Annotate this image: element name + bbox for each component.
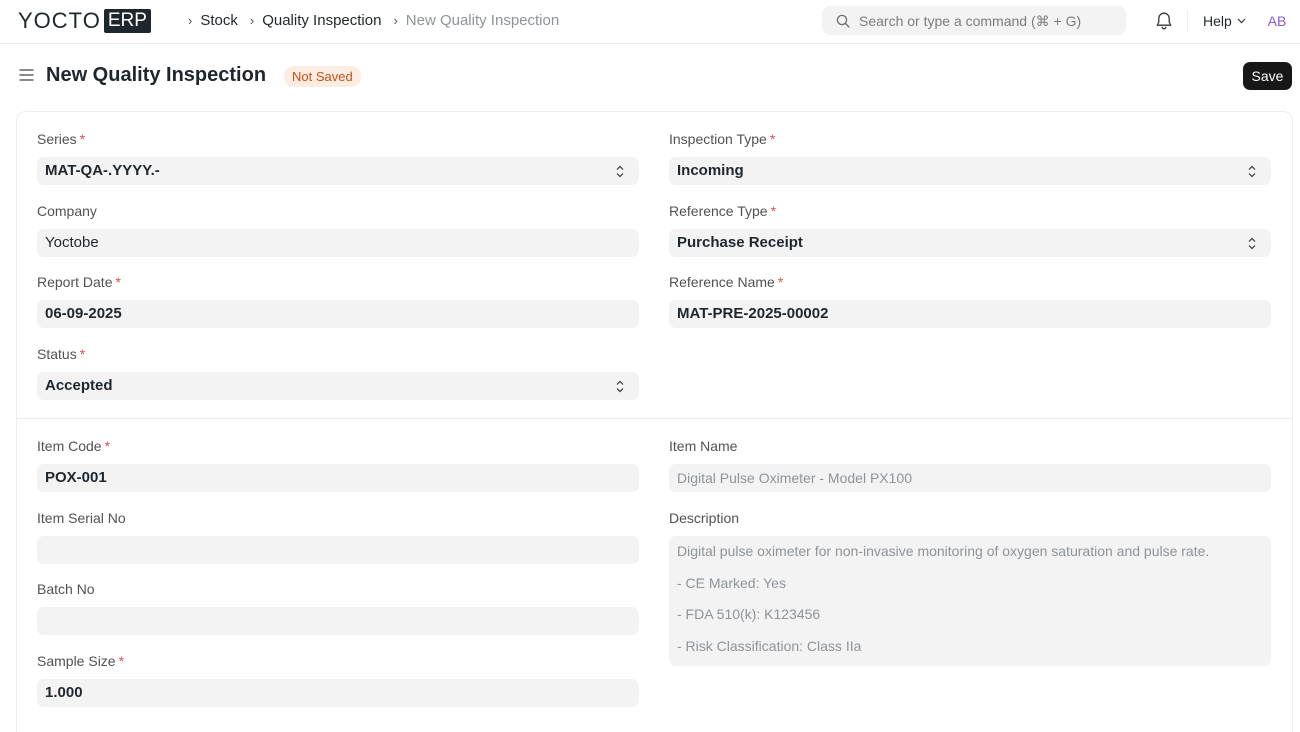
field-series: Series * MAT-QA-.YYYY.- (37, 130, 639, 185)
save-button[interactable]: Save (1243, 62, 1292, 90)
report-date-input[interactable]: 06-09-2025 (37, 300, 639, 328)
field-batch-no: Batch No (37, 580, 639, 635)
batch-no-input[interactable] (37, 607, 639, 635)
search-bar[interactable] (822, 6, 1126, 35)
status-value: Accepted (45, 377, 113, 394)
company-input[interactable]: Yoctobe (37, 229, 639, 257)
required-marker: * (769, 131, 776, 147)
item-serial-no-label: Item Serial No (37, 510, 126, 526)
chevron-right-icon: › (249, 13, 255, 28)
breadcrumb-quality-inspection[interactable]: Quality Inspection (262, 12, 381, 29)
navbar-divider (1187, 10, 1188, 32)
field-item-serial-no: Item Serial No (37, 509, 639, 564)
required-marker: * (770, 203, 777, 219)
section-divider (16, 418, 1293, 419)
page-title: New Quality Inspection (46, 64, 267, 86)
field-reference-name: Reference Name * MAT-PRE-2025-00002 (669, 273, 1271, 328)
item-code-label: Item Code (37, 438, 102, 454)
reference-name-label: Reference Name (669, 274, 775, 290)
item-name-value: Digital Pulse Oximeter - Model PX100 (669, 464, 1271, 492)
breadcrumb-current: New Quality Inspection (405, 12, 560, 29)
field-status: Status * Accepted (37, 345, 639, 400)
item-serial-no-input[interactable] (37, 536, 639, 564)
description-line: - CE Marked: Yes (677, 574, 786, 591)
top-navbar: YOCTO ERP › Stock › Quality Inspection ›… (0, 0, 1300, 44)
breadcrumb-stock[interactable]: Stock (200, 12, 238, 29)
report-date-label: Report Date (37, 274, 113, 290)
search-input[interactable] (859, 12, 1119, 29)
select-arrows-icon (616, 165, 624, 178)
series-value: MAT-QA-.YYYY.- (45, 162, 160, 179)
field-company: Company Yoctobe (37, 202, 639, 257)
inspection-type-value: Incoming (677, 162, 744, 179)
chevron-right-icon: › (188, 13, 193, 28)
required-marker: * (115, 274, 121, 290)
description-line: Digital pulse oximeter for non-invasive … (677, 543, 1210, 559)
sample-size-label: Sample Size (37, 653, 116, 669)
field-inspection-type: Inspection Type * Incoming (669, 130, 1271, 185)
required-marker: * (104, 438, 111, 454)
avatar[interactable]: AB (1263, 9, 1291, 33)
status-select[interactable]: Accepted (37, 372, 639, 400)
logo-text: YOCTO (18, 8, 101, 33)
app-logo[interactable]: YOCTO ERP (18, 8, 151, 33)
inspection-type-label: Inspection Type (669, 131, 767, 147)
chevron-down-icon (1237, 18, 1246, 24)
description-text: Digital pulse oximeter for non-invasive … (669, 536, 1271, 666)
select-arrows-icon (1248, 165, 1256, 178)
help-dropdown[interactable]: Help (1203, 13, 1246, 29)
series-label: Series (37, 131, 77, 147)
batch-no-label: Batch No (37, 581, 95, 597)
required-marker: * (79, 131, 86, 147)
field-item-code: Item Code * POX-001 (37, 437, 639, 492)
required-marker: * (79, 346, 86, 362)
select-arrows-icon (616, 380, 624, 393)
reference-type-value: Purchase Receipt (677, 234, 803, 251)
reference-type-label: Reference Type (669, 203, 768, 219)
inspection-type-select[interactable]: Incoming (669, 157, 1271, 185)
notification-bell-icon[interactable] (1155, 11, 1173, 31)
field-reference-type: Reference Type * Purchase Receipt (669, 202, 1271, 257)
field-item-name: Item Name Digital Pulse Oximeter - Model… (669, 437, 1271, 492)
item-code-input[interactable]: POX-001 (37, 464, 639, 492)
select-arrows-icon (1248, 237, 1256, 250)
required-marker: * (777, 274, 784, 290)
help-label: Help (1203, 13, 1232, 29)
description-line: - Risk Classification: Class IIa (677, 637, 862, 654)
company-label: Company (37, 203, 97, 219)
reference-type-select[interactable]: Purchase Receipt (669, 229, 1271, 257)
field-description: Description Digital pulse oximeter for n… (669, 509, 1271, 666)
field-sample-size: Sample Size * 1.000 (37, 652, 639, 707)
status-label: Status (37, 346, 77, 362)
chevron-right-icon: › (393, 13, 398, 28)
description-line: - FDA 510(k): K123456 (677, 606, 821, 622)
status-badge: Not Saved (284, 66, 361, 87)
search-icon (836, 14, 850, 28)
sidebar-toggle-icon[interactable] (19, 68, 34, 82)
item-name-label: Item Name (669, 438, 738, 454)
description-label: Description (669, 510, 740, 526)
series-select[interactable]: MAT-QA-.YYYY.- (37, 157, 639, 185)
required-marker: * (118, 653, 125, 669)
breadcrumb: › Stock › Quality Inspection › New Quali… (188, 12, 571, 29)
reference-name-input[interactable]: MAT-PRE-2025-00002 (669, 300, 1271, 328)
logo-badge: ERP (103, 9, 151, 33)
sample-size-input[interactable]: 1.000 (37, 679, 639, 707)
field-report-date: Report Date * 06-09-2025 (37, 273, 639, 328)
